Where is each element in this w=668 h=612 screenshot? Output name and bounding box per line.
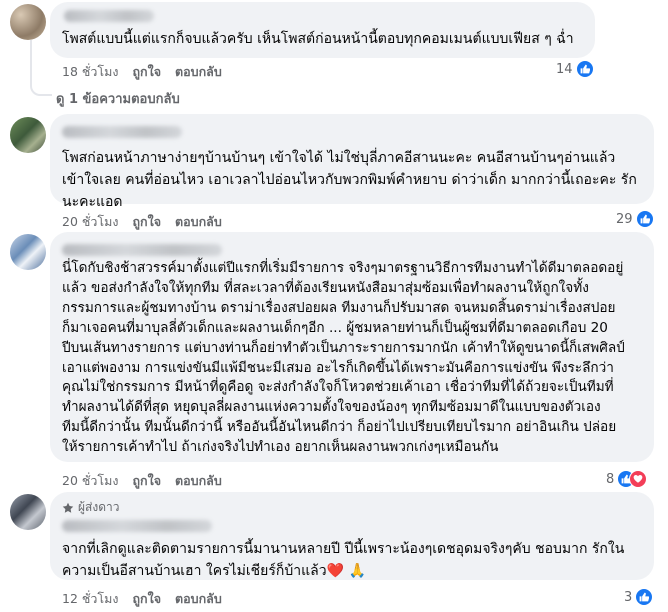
- like-button[interactable]: ถูกใจ: [132, 471, 161, 491]
- like-button[interactable]: ถูกใจ: [132, 212, 161, 232]
- like-button[interactable]: ถูกใจ: [132, 62, 161, 82]
- star-icon: [62, 502, 74, 513]
- avatar[interactable]: [10, 494, 46, 530]
- thumbs-up-icon: [635, 210, 654, 228]
- reply-button[interactable]: ตอบกลับ: [175, 212, 222, 232]
- thumbs-up-icon: [635, 588, 654, 606]
- thumbs-up-icon: [575, 60, 594, 78]
- reaction-count: 29: [616, 211, 633, 227]
- author-name-redacted[interactable]: [62, 520, 212, 532]
- comment-actions: 20 ชั่วโมง ถูกใจ ตอบกลับ: [62, 471, 222, 491]
- reaction-count: 3: [624, 589, 633, 605]
- avatar[interactable]: [10, 117, 46, 153]
- like-button[interactable]: ถูกใจ: [132, 589, 161, 609]
- reply-button[interactable]: ตอบกลับ: [175, 471, 222, 491]
- avatar[interactable]: [10, 234, 46, 270]
- top-fan-badge[interactable]: ผู้ส่งดาว: [78, 498, 119, 517]
- comment-time[interactable]: 12 ชั่วโมง: [62, 589, 118, 609]
- author-name-redacted[interactable]: [62, 244, 222, 256]
- comment-text: นี่โดกับชิงช้าสวรรค์มาตั้งแต่ปีแรกที่เริ…: [62, 260, 625, 456]
- avatar[interactable]: [10, 4, 46, 40]
- reaction-count: 14: [556, 61, 573, 77]
- reaction-count: 8: [606, 471, 615, 487]
- comment-bubble: โพสก่อนหน้าภาษาง่ายๆบ้านบ้านๆ เข้าใจได้ …: [50, 114, 654, 210]
- comment-text: จากที่เลิกดูและติดตามรายการนี้มานานหลายป…: [62, 541, 625, 579]
- comment-actions: 20 ชั่วโมง ถูกใจ ตอบกลับ: [62, 212, 222, 232]
- comment-time[interactable]: 20 ชั่วโมง: [62, 471, 118, 491]
- comment-bubble: โพสต์แบบนี้แต่แรกก็จบแล้วครับ เห็นโพสต์ก…: [50, 2, 595, 58]
- reaction-summary[interactable]: 14: [556, 60, 594, 78]
- reply-button[interactable]: ตอบกลับ: [175, 62, 222, 82]
- author-name-redacted[interactable]: [62, 126, 182, 138]
- reply-button[interactable]: ตอบกลับ: [175, 589, 222, 609]
- comment-time[interactable]: 20 ชั่วโมง: [62, 212, 118, 232]
- comment-text: โพสก่อนหน้าภาษาง่ายๆบ้านบ้านๆ เข้าใจได้ …: [62, 150, 637, 210]
- view-replies-label: ดู 1 ข้อความตอบกลับ: [56, 92, 180, 107]
- view-replies-link[interactable]: ดู 1 ข้อความตอบกลับ: [56, 88, 180, 109]
- comment-bubble: นี่โดกับชิงช้าสวรรค์มาตั้งแต่ปีแรกที่เริ…: [50, 232, 654, 462]
- badge-row: ผู้ส่งดาว: [62, 498, 642, 517]
- heart-icon: [629, 470, 648, 488]
- author-name-redacted[interactable]: [64, 10, 154, 22]
- comment-bubble: ผู้ส่งดาว จากที่เลิกดูและติดตามรายการนี้…: [50, 492, 654, 580]
- reaction-summary[interactable]: 29: [616, 210, 654, 228]
- comment-actions: 12 ชั่วโมง ถูกใจ ตอบกลับ: [62, 589, 222, 609]
- comment-text: โพสต์แบบนี้แต่แรกก็จบแล้วครับ เห็นโพสต์ก…: [62, 31, 574, 47]
- reaction-summary[interactable]: 8: [606, 470, 648, 488]
- thread-connector: [30, 40, 52, 96]
- reaction-summary[interactable]: 3: [624, 588, 654, 606]
- comment-actions: 18 ชั่วโมง ถูกใจ ตอบกลับ: [62, 62, 222, 82]
- comment-time[interactable]: 18 ชั่วโมง: [62, 62, 118, 82]
